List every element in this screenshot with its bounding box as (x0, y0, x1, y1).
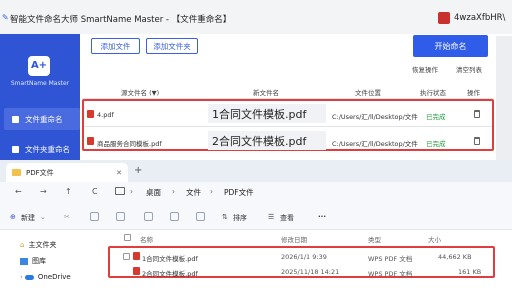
gallery-icon (20, 257, 28, 265)
file-size: 44,662 KB (438, 253, 472, 261)
row-new-name[interactable]: 1合同文件模板.pdf (208, 104, 326, 123)
nav-home[interactable]: ⌂ 主文件夹 (20, 240, 56, 250)
user-name[interactable]: 4wzaXfbHR\ (454, 13, 505, 23)
sidebar-item-file-rename[interactable]: 文件重命名 (4, 108, 80, 130)
col-status: 执行状态 (420, 89, 446, 97)
tab-title: PDF文件 (26, 168, 54, 177)
sort-button[interactable]: 排序 (233, 213, 247, 223)
nav-home-label: 主文件夹 (28, 241, 57, 249)
nav-onedrive-label: OneDrive (37, 273, 71, 281)
app-logo-text: SmartName Master (10, 80, 70, 87)
row-checkbox[interactable] (123, 253, 130, 260)
breadcrumb-pdf[interactable]: PDF文件 (224, 187, 254, 198)
delete-icon[interactable] (474, 110, 480, 118)
row-source-name: 商品服务合同模板.pdf (97, 140, 162, 148)
new-plus-icon: ⊕ (10, 213, 16, 221)
delete-icon[interactable] (196, 212, 205, 221)
close-icon[interactable]: ✕ (116, 169, 122, 177)
row-source-name: 4.pdf (97, 111, 114, 119)
explorer-toolbar (0, 204, 512, 230)
col-source-name[interactable]: 源文件名 (▼) (121, 87, 159, 97)
col-date[interactable]: 修改日期 (281, 234, 307, 244)
row-status: 已完成 (426, 113, 446, 121)
start-rename-button[interactable]: 开始命名 (413, 35, 488, 57)
explorer-tab[interactable]: PDF文件 ✕ (6, 163, 128, 182)
sidebar-item-label: 文件重命名 (25, 114, 63, 124)
cloud-icon (24, 274, 34, 280)
col-new-name: 新文件名 (253, 89, 279, 97)
row-location: C:/Users/汇/ll/Desktop/文件 (332, 140, 418, 148)
nav-onedrive[interactable]: › OneDrive (20, 273, 71, 281)
restore-button[interactable]: 恢复操作 (412, 64, 438, 74)
clear-list-button[interactable]: 清空列表 (456, 64, 482, 74)
chevron-down-icon: ⌄ (40, 213, 46, 221)
chevron-right-icon: › (20, 273, 23, 281)
user-avatar[interactable] (438, 12, 450, 24)
breadcrumb-desktop[interactable]: 桌面 (146, 187, 161, 198)
folder-icon (12, 169, 21, 176)
sidebar-item-folder-rename[interactable]: 文件夹重命名 (4, 138, 80, 160)
copy-icon[interactable] (90, 212, 99, 221)
back-button[interactable]: ← (15, 187, 22, 196)
row-new-name[interactable]: 2合同文件模板.pdf (208, 131, 326, 150)
app-logo-icon: ✎ (2, 13, 9, 22)
new-tab-button[interactable]: + (134, 165, 142, 176)
col-location: 文件位置 (355, 89, 381, 97)
new-button[interactable]: 新建 (21, 213, 35, 223)
more-button[interactable]: ··· (318, 213, 326, 221)
file-type: WPS PDF 文档 (368, 270, 413, 278)
forward-button[interactable]: → (40, 187, 47, 196)
chevron-right-icon: › (130, 187, 133, 196)
pdf-icon (133, 252, 140, 260)
sidebar-item-label: 文件夹重命名 (25, 144, 70, 154)
cut-icon[interactable]: ✂ (64, 213, 70, 221)
col-name[interactable]: 名称 (140, 234, 153, 244)
share-icon[interactable] (170, 212, 179, 221)
nav-gallery[interactable]: 图库 (20, 256, 46, 266)
app-logo: A+ (28, 56, 50, 76)
breadcrumb-files[interactable]: 文件 (186, 187, 201, 198)
chevron-right-icon: › (210, 187, 213, 196)
col-action: 操作 (467, 89, 480, 97)
row-status: 已完成 (426, 140, 446, 148)
monitor-icon (115, 187, 125, 195)
up-button[interactable]: ↑ (65, 187, 72, 196)
file-type: WPS PDF 文档 (368, 255, 413, 263)
view-icon: ☰ (268, 213, 275, 221)
delete-icon[interactable] (474, 137, 480, 145)
file-icon (12, 115, 19, 123)
add-file-button[interactable]: 添加文件 (91, 38, 140, 54)
right-panel-edge (496, 36, 512, 160)
home-icon: ⌂ (20, 241, 25, 249)
refresh-button[interactable]: C (92, 187, 98, 196)
paste-icon[interactable] (116, 212, 125, 221)
col-type[interactable]: 类型 (368, 234, 381, 244)
file-date: 2025/11/18 14:21 (281, 268, 340, 276)
select-all-checkbox[interactable] (124, 234, 131, 241)
sort-icon: ⇅ (222, 213, 228, 221)
pdf-icon (87, 137, 94, 145)
pdf-icon (87, 110, 94, 118)
row-divider (84, 126, 492, 127)
folder-icon (12, 145, 19, 153)
col-size[interactable]: 大小 (428, 234, 441, 244)
add-folder-button[interactable]: 添加文件夹 (146, 38, 198, 54)
chevron-right-icon: › (172, 187, 175, 196)
file-date: 2026/1/1 9:39 (281, 253, 327, 261)
row-location: C:/Users/汇/ll/Desktop/文件 (332, 113, 418, 121)
app-title: 智能文件命名大师 SmartName Master - 【文件重命名】 (10, 15, 232, 25)
file-size: 161 KB (458, 268, 482, 276)
explorer-navbar (0, 182, 512, 204)
rename-icon[interactable] (144, 212, 153, 221)
nav-gallery-label: 图库 (32, 257, 46, 265)
pdf-icon (133, 267, 140, 275)
view-button[interactable]: 查看 (280, 213, 294, 223)
file-name[interactable]: 2合同文件模板.pdf (142, 268, 198, 278)
file-name[interactable]: 1合同文件模板.pdf (142, 253, 198, 263)
